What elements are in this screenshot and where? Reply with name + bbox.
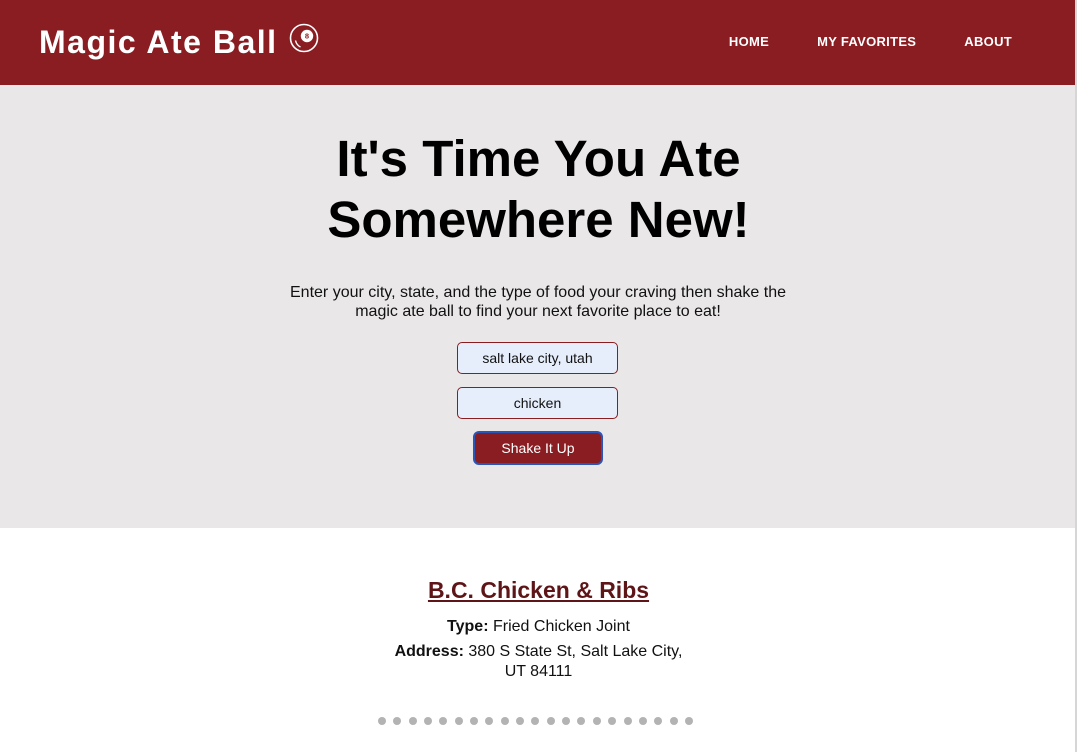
nav-home-link[interactable]: HOME bbox=[729, 34, 769, 50]
brand[interactable]: Magic Ate Ball 8 bbox=[39, 22, 319, 62]
carousel-dot[interactable] bbox=[669, 717, 678, 725]
restaurant-type: Type: Fried Chicken Joint bbox=[0, 617, 1077, 637]
carousel-dot[interactable] bbox=[638, 717, 647, 725]
hero-title-line-1: It's Time You Ate bbox=[336, 130, 741, 187]
carousel-dot[interactable] bbox=[393, 717, 402, 725]
carousel-dot[interactable] bbox=[546, 717, 555, 725]
nav-favorites-link[interactable]: MY FAVORITES bbox=[817, 34, 916, 50]
carousel-dot[interactable] bbox=[439, 717, 448, 725]
nav-links: HOME MY FAVORITES ABOUT bbox=[681, 34, 1012, 50]
nav-about-link[interactable]: ABOUT bbox=[964, 34, 1012, 50]
carousel-dots bbox=[378, 717, 700, 725]
hero-title: It's Time You Ate Somewhere New! bbox=[0, 128, 1077, 250]
restaurant-name-link[interactable]: B.C. Chicken & Ribs bbox=[0, 576, 1077, 604]
carousel-dot[interactable] bbox=[485, 717, 494, 725]
location-input[interactable] bbox=[457, 342, 618, 374]
carousel-dot[interactable] bbox=[608, 717, 617, 725]
address-label: Address: bbox=[394, 643, 464, 660]
svg-text:8: 8 bbox=[304, 32, 308, 41]
shake-it-up-button[interactable]: Shake It Up bbox=[473, 431, 603, 465]
carousel-dot[interactable] bbox=[516, 717, 525, 725]
brand-title[interactable]: Magic Ate Ball bbox=[39, 22, 278, 62]
carousel-dot[interactable] bbox=[408, 717, 417, 725]
address-value: 380 S State St, Salt Lake City, UT 84111 bbox=[468, 643, 683, 680]
carousel-dot[interactable] bbox=[500, 717, 509, 725]
carousel-dot[interactable] bbox=[623, 717, 632, 725]
carousel-dot[interactable] bbox=[684, 717, 693, 725]
carousel-dot[interactable] bbox=[562, 717, 571, 725]
food-type-input[interactable] bbox=[457, 387, 618, 419]
eight-ball-icon: 8 bbox=[289, 23, 318, 53]
hero-section: It's Time You Ate Somewhere New! Enter y… bbox=[0, 85, 1077, 528]
carousel-dot[interactable] bbox=[470, 717, 479, 725]
carousel-dot[interactable] bbox=[454, 717, 463, 725]
hero-description: Enter your city, state, and the type of … bbox=[290, 284, 786, 320]
type-value: Fried Chicken Joint bbox=[492, 618, 630, 635]
carousel-dot[interactable] bbox=[378, 717, 386, 725]
navbar: Magic Ate Ball 8 HOME MY FAVORITES ABOUT bbox=[0, 0, 1077, 85]
hero-title-line-2: Somewhere New! bbox=[327, 191, 750, 248]
result-section: B.C. Chicken & Ribs Type: Fried Chicken … bbox=[0, 528, 1077, 752]
carousel-dot[interactable] bbox=[654, 717, 663, 725]
carousel-dot[interactable] bbox=[424, 717, 433, 725]
carousel-dot[interactable] bbox=[577, 717, 586, 725]
restaurant-address: Address: 380 S State St, Salt Lake City,… bbox=[385, 642, 692, 682]
carousel-dot[interactable] bbox=[531, 717, 540, 725]
type-label: Type: bbox=[447, 618, 489, 635]
carousel-dot[interactable] bbox=[592, 717, 601, 725]
